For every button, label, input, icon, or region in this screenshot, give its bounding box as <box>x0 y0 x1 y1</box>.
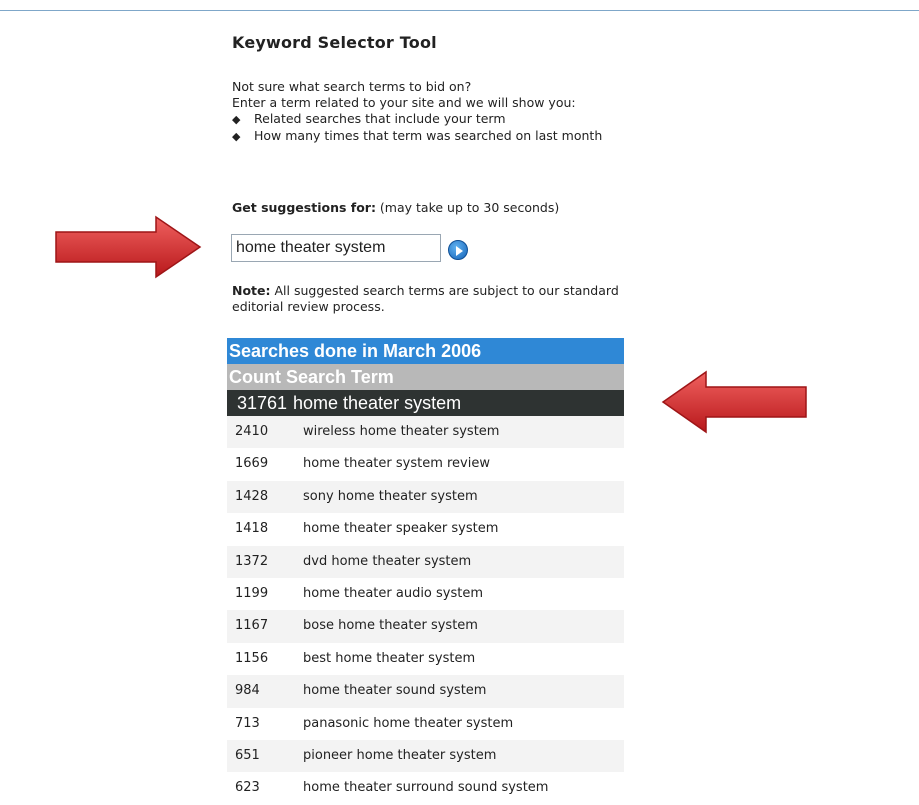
row-count: 1156 <box>235 650 269 666</box>
row-term: home theater system review <box>303 456 490 472</box>
row-count: 1669 <box>235 456 269 472</box>
table-row[interactable]: 713 panasonic home theater system <box>227 708 624 740</box>
diamond-bullet-icon: ◆ <box>232 130 241 143</box>
intro-text: Not sure what search terms to bid on? En… <box>232 79 632 145</box>
row-count: 984 <box>235 683 260 699</box>
top-divider <box>0 10 919 11</box>
bullet-item: ◆ How many times that term was searched o… <box>232 128 603 143</box>
row-term: home theater sound system <box>303 683 487 699</box>
diamond-bullet-icon: ◆ <box>232 113 241 126</box>
row-count: 651 <box>235 747 260 763</box>
table-row[interactable]: 1167 bose home theater system <box>227 610 624 643</box>
go-button[interactable] <box>448 240 468 260</box>
results-table: Searches done in March 2006 Count Search… <box>227 338 624 805</box>
table-row[interactable]: 651 pioneer home theater system <box>227 739 624 773</box>
table-row[interactable]: 1372 dvd home theater system <box>227 545 624 578</box>
results-header: Searches done in March 2006 <box>227 338 624 364</box>
row-term: home theater speaker system <box>303 521 499 537</box>
suggest-label: Get suggestions for: (may take up to 30 … <box>232 200 560 215</box>
column-header-row: Count Search Term <box>227 364 624 390</box>
row-term: best home theater system <box>303 650 476 666</box>
row-term: bose home theater system <box>303 618 478 634</box>
row-term: home theater audio system <box>303 585 484 601</box>
intro-line-2: Enter a term related to your site and we… <box>232 95 576 110</box>
table-row-highlighted[interactable]: 31761 home theater system <box>227 390 624 416</box>
row-count: 713 <box>235 715 260 731</box>
row-count: 623 <box>235 780 260 796</box>
table-row[interactable]: 2410 wireless home theater system <box>227 416 624 449</box>
red-arrow-left-icon <box>661 370 807 434</box>
editorial-note: Note: All suggested search terms are sub… <box>232 283 619 314</box>
row-count: 1372 <box>235 553 269 569</box>
page-title: Keyword Selector Tool <box>232 33 437 52</box>
term-column-header: Search Term <box>286 367 394 387</box>
row-term: dvd home theater system <box>303 553 472 569</box>
red-arrow-right-icon <box>55 215 202 279</box>
row-term: home theater system <box>293 393 462 413</box>
table-row[interactable]: 623 home theater surround sound system <box>227 772 624 804</box>
row-count: 2410 <box>235 424 269 439</box>
row-term: panasonic home theater system <box>303 715 514 731</box>
table-row[interactable]: 1418 home theater speaker system <box>227 513 624 545</box>
keyword-input[interactable] <box>231 234 441 262</box>
row-count: 1418 <box>235 521 269 537</box>
row-count: 31761 <box>237 393 288 413</box>
row-term: wireless home theater system <box>303 424 500 439</box>
row-term: home theater surround sound system <box>303 780 549 796</box>
circle-arrow-right-icon <box>456 246 463 256</box>
row-count: 1199 <box>235 585 269 601</box>
table-row[interactable]: 1156 best home theater system <box>227 643 624 675</box>
row-count: 1428 <box>235 488 269 504</box>
bullet-item: ◆ Related searches that include your term <box>232 111 506 126</box>
table-row[interactable]: 984 home theater sound system <box>227 675 624 708</box>
row-term: pioneer home theater system <box>303 747 497 763</box>
count-column-header: Count <box>229 367 281 387</box>
table-row[interactable]: 1199 home theater audio system <box>227 578 624 610</box>
table-row[interactable]: 1669 home theater system review <box>227 448 624 480</box>
table-row[interactable]: 1428 sony home theater system <box>227 480 624 514</box>
intro-line-1: Not sure what search terms to bid on? <box>232 79 472 94</box>
row-term: sony home theater system <box>303 488 478 504</box>
row-count: 1167 <box>235 618 269 634</box>
